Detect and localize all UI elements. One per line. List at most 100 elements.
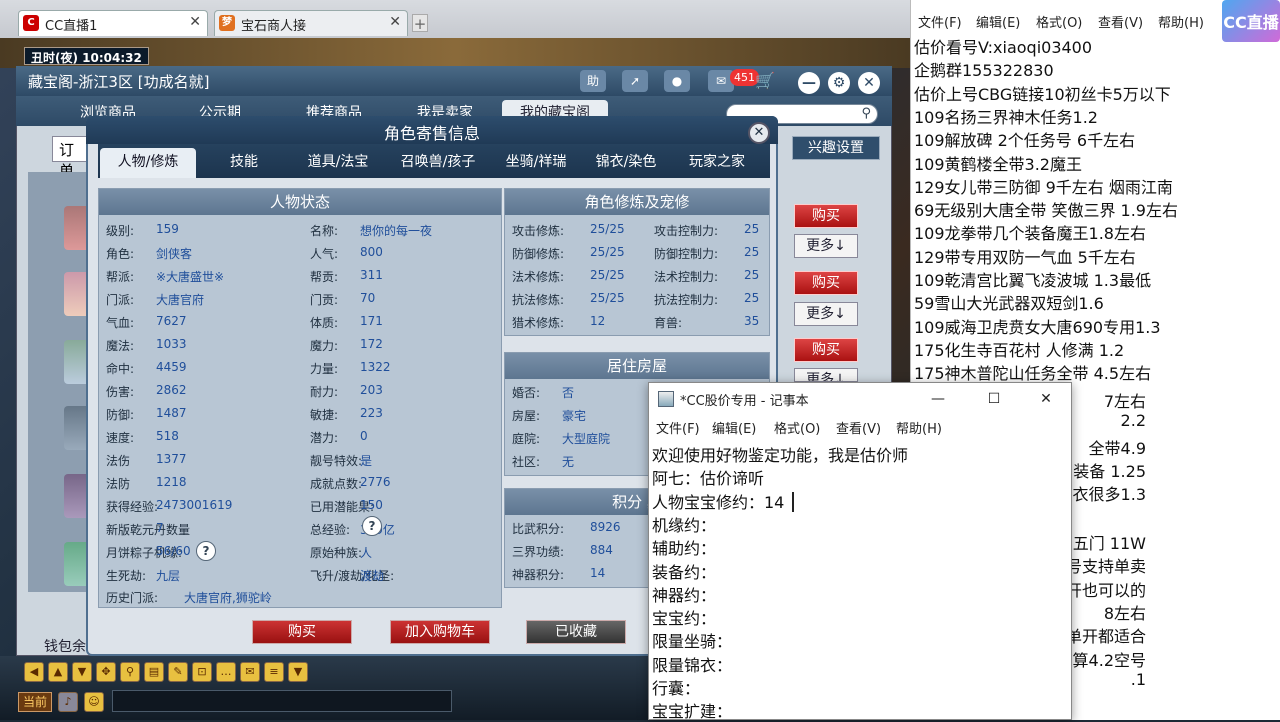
arrow-down-icon[interactable]: ▼ <box>72 662 92 682</box>
help-question-icon[interactable]: ? <box>362 516 382 536</box>
menu-edit[interactable]: 编辑(E) <box>976 12 1020 31</box>
cultivation-label: 防御修炼: <box>512 247 565 261</box>
add-to-cart-button[interactable]: 加入购物车 <box>390 620 490 644</box>
notepad-line: .1 <box>1130 669 1146 689</box>
tab-items[interactable]: 道具/法宝 <box>290 148 386 178</box>
favorited-button[interactable]: 已收藏 <box>526 620 626 644</box>
move-icon[interactable]: ✥ <box>96 662 116 682</box>
stat-value: 剑侠客 <box>156 247 193 261</box>
notepad-line: 69无级别大唐全带 笑傲三界 1.9左右 <box>914 201 1178 221</box>
microphone-icon[interactable]: ♪ <box>58 692 78 712</box>
house-label: 庭院: <box>512 432 541 446</box>
new-tab-button[interactable]: + <box>412 14 428 33</box>
close-icon[interactable]: ✕ <box>858 72 880 94</box>
zoom-icon[interactable]: ⚲ <box>120 662 140 682</box>
game-clock: 丑时(夜) 10:04:32 <box>24 47 149 65</box>
menu-format[interactable]: 格式(O) <box>774 418 820 437</box>
share-icon[interactable]: ➚ <box>622 70 648 92</box>
notepad-line: 109乾清宫比翼飞凌波城 1.3最低 <box>914 271 1152 290</box>
brush-icon[interactable]: ✎ <box>168 662 188 682</box>
close-icon[interactable]: ✕ <box>1026 386 1066 412</box>
minimize-icon[interactable]: — <box>918 386 958 412</box>
buy-button[interactable]: 购买 <box>794 338 858 362</box>
more-button[interactable]: 更多↓ <box>794 368 858 382</box>
stat-label: 体质: <box>310 316 339 330</box>
browser-tab[interactable]: C CC直播1 ✕ <box>18 10 208 36</box>
cultivation-label: 猎术修炼: <box>512 316 565 330</box>
stat-value: 是 <box>360 454 373 468</box>
list-icon[interactable]: ≡ <box>264 662 284 682</box>
cultivation-header: 角色修炼及宠修 <box>505 189 769 215</box>
help-button[interactable]: 助 <box>580 70 606 92</box>
arrow-up-icon[interactable]: ▲ <box>48 662 68 682</box>
dropdown-icon[interactable]: ▼ <box>288 662 308 682</box>
notepad-line: 估价看号V:xiaoqi03400 <box>914 38 1093 57</box>
menu-help[interactable]: 帮助(H) <box>896 418 942 437</box>
help-question-icon[interactable]: ? <box>196 541 216 561</box>
tab-summons[interactable]: 召唤兽/孩子 <box>388 148 488 178</box>
stat-value: 518 <box>156 429 179 443</box>
speech-icon[interactable]: ✉ <box>240 662 260 682</box>
house-value: 豪宅 <box>562 409 587 423</box>
menu-file[interactable]: 文件(F) <box>656 418 700 437</box>
chat-icon[interactable]: … <box>216 662 236 682</box>
arrow-left-icon[interactable]: ◀ <box>24 662 44 682</box>
buy-button[interactable]: 购买 <box>794 204 858 228</box>
close-tab-icon[interactable]: ✕ <box>189 14 201 30</box>
more-button[interactable]: 更多↓ <box>794 302 858 326</box>
notepad-line: 装备约： <box>652 562 717 582</box>
stat-value: 311 <box>360 268 383 282</box>
tab-home[interactable]: 玩家之家 <box>676 148 758 178</box>
notepad-line: 175化生寺百花村 人修满 1.2 <box>914 340 1125 360</box>
tab-outfits[interactable]: 锦衣/染色 <box>582 148 670 178</box>
notepad-line: 7左右 <box>1103 392 1146 411</box>
maximize-icon[interactable]: ☐ <box>974 386 1014 412</box>
tab-skills[interactable]: 技能 <box>206 148 282 178</box>
interest-settings-button[interactable]: 兴趣设置 <box>792 136 880 160</box>
notepad-line: 装备 1.25 <box>1073 461 1146 481</box>
notepad-line: 阿七：估价谛听 <box>652 469 765 489</box>
cultivation-value: 12 <box>590 314 606 328</box>
chat-input[interactable] <box>112 690 452 712</box>
minimize-icon[interactable]: — <box>798 72 820 94</box>
notepad-line: 五门 11W <box>1072 534 1146 553</box>
menu-view[interactable]: 查看(V) <box>1098 12 1143 31</box>
dialog-close-button[interactable]: ✕ <box>748 122 770 144</box>
current-channel-button[interactable]: 当前 <box>18 692 52 712</box>
buy-button[interactable]: 购买 <box>794 271 858 295</box>
menu-file[interactable]: 文件(F) <box>918 12 962 31</box>
stat-value: 想你的每一夜 <box>360 224 433 238</box>
menu-format[interactable]: 格式(O) <box>1036 12 1082 31</box>
close-tab-icon[interactable]: ✕ <box>389 14 401 30</box>
house-value: 大型庭院 <box>562 432 611 446</box>
record-icon[interactable]: ● <box>664 70 690 92</box>
cultivation-value: 25 <box>744 245 760 259</box>
menu-view[interactable]: 查看(V) <box>836 418 881 437</box>
tab-mounts[interactable]: 坐骑/祥瑞 <box>488 148 584 178</box>
tab-character[interactable]: 人物/修炼 <box>100 148 196 178</box>
stat-value: 大唐官府 <box>156 293 205 307</box>
score-value: 8926 <box>590 520 621 534</box>
notepad-line: 神器约： <box>652 585 717 605</box>
browser-tab[interactable]: 梦 宝石商人接 ✕ <box>214 10 408 36</box>
buy-button[interactable]: 购买 <box>252 620 352 644</box>
settings-icon[interactable]: ⚙ <box>828 72 850 94</box>
notepad-line: 宝宝扩建： <box>652 702 733 722</box>
cultivation-value: 25 <box>744 291 760 305</box>
stat-label: 门派: <box>106 293 135 307</box>
cart-icon[interactable]: 🛒 <box>752 70 778 92</box>
wallet-label: 钱包余 <box>44 639 86 655</box>
emoji-icon[interactable]: ☺ <box>84 692 104 712</box>
cultivation-value: 25/25 <box>590 291 625 305</box>
menu-edit[interactable]: 编辑(E) <box>712 418 756 437</box>
lock-icon[interactable]: ⊡ <box>192 662 212 682</box>
game-logo-icon: 梦 <box>219 15 235 31</box>
cultivation-value: 25/25 <box>590 268 625 282</box>
more-button[interactable]: 更多↓ <box>794 234 858 258</box>
stat-value: 2776 <box>360 475 391 489</box>
stat-value: 4459 <box>156 360 187 374</box>
menu-help[interactable]: 帮助(H) <box>1158 12 1204 31</box>
stat-label: 魔法: <box>106 339 135 353</box>
cultivation-label: 育兽: <box>654 316 683 330</box>
filter-icon[interactable]: ▤ <box>144 662 164 682</box>
